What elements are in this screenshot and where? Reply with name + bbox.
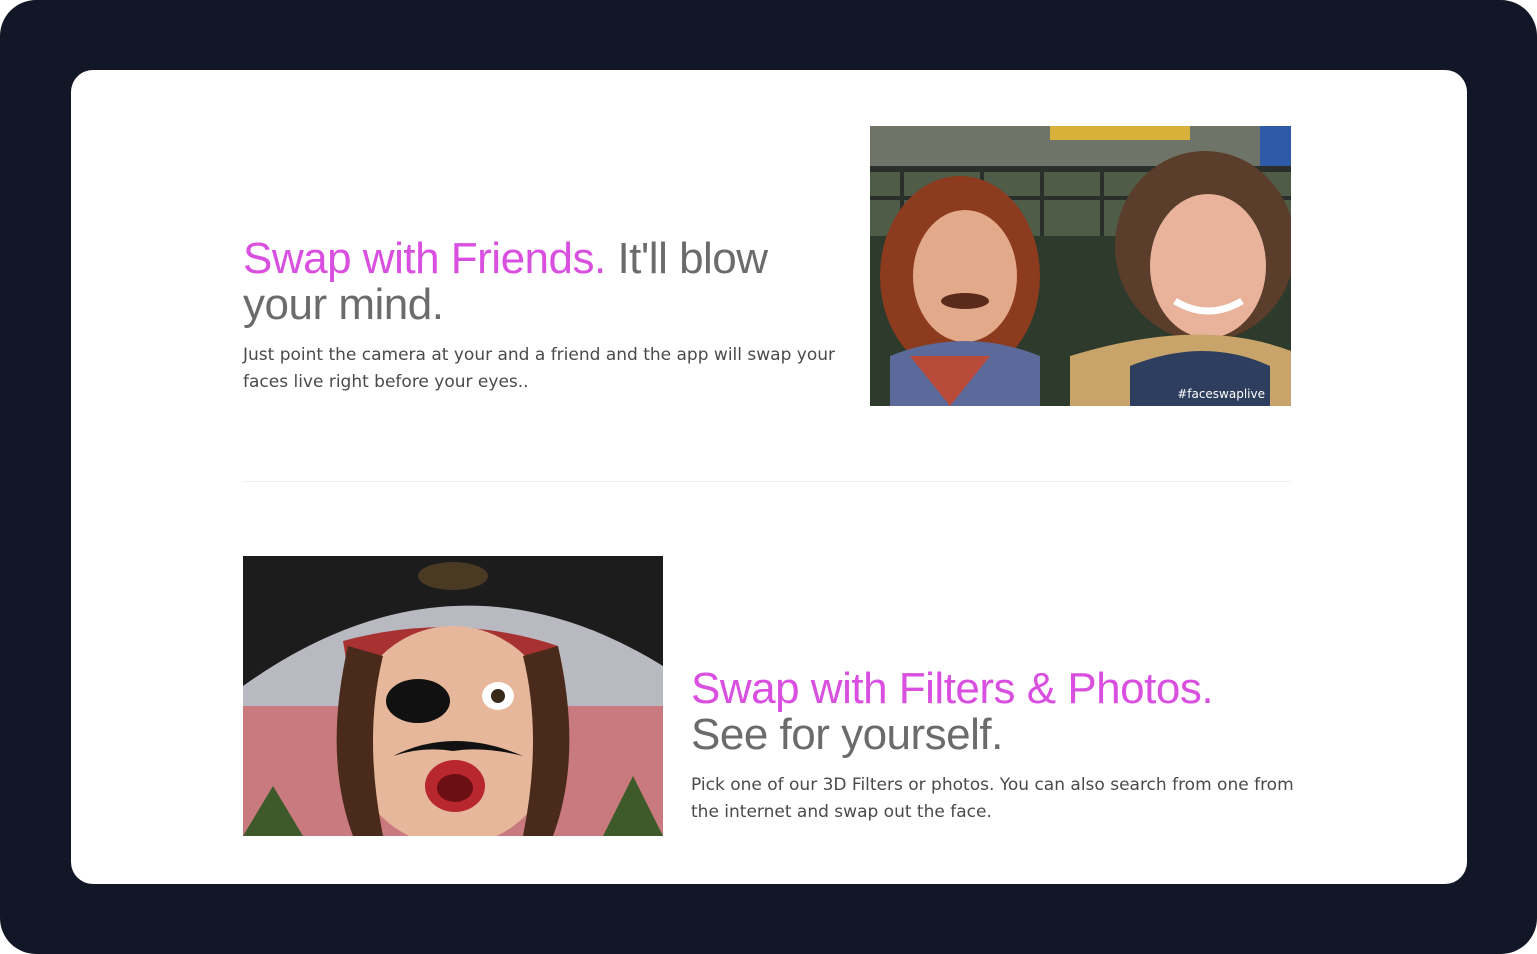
friends-section-text: Swap with Friends. It'll blow your mind.… bbox=[243, 236, 843, 396]
friends-photo-illustration bbox=[870, 126, 1291, 406]
filters-section-text: Swap with Filters & Photos. See for yours… bbox=[691, 666, 1311, 826]
friends-headline: Swap with Friends. It'll blow your mind. bbox=[243, 236, 843, 328]
face-swap-friends-photo: #faceswaplive bbox=[870, 126, 1291, 406]
pirate-photo-illustration bbox=[243, 556, 663, 836]
section-divider bbox=[243, 481, 1291, 482]
friends-headline-accent: Swap with Friends. bbox=[243, 234, 606, 283]
filters-headline-accent: Swap with Filters & Photos. bbox=[691, 664, 1214, 713]
content-card: Swap with Friends. It'll blow your mind.… bbox=[71, 70, 1467, 884]
faceswaplive-hashtag: #faceswaplive bbox=[1177, 387, 1265, 401]
filters-headline-rest: See for yourself. bbox=[691, 710, 1003, 759]
friends-description: Just point the camera at your and a frie… bbox=[243, 345, 835, 392]
filters-description: Pick one of our 3D Filters or photos. Yo… bbox=[691, 775, 1294, 822]
filters-headline: Swap with Filters & Photos. See for yours… bbox=[691, 666, 1311, 758]
pirate-filter-photo bbox=[243, 556, 663, 836]
device-frame: Swap with Friends. It'll blow your mind.… bbox=[0, 0, 1537, 954]
